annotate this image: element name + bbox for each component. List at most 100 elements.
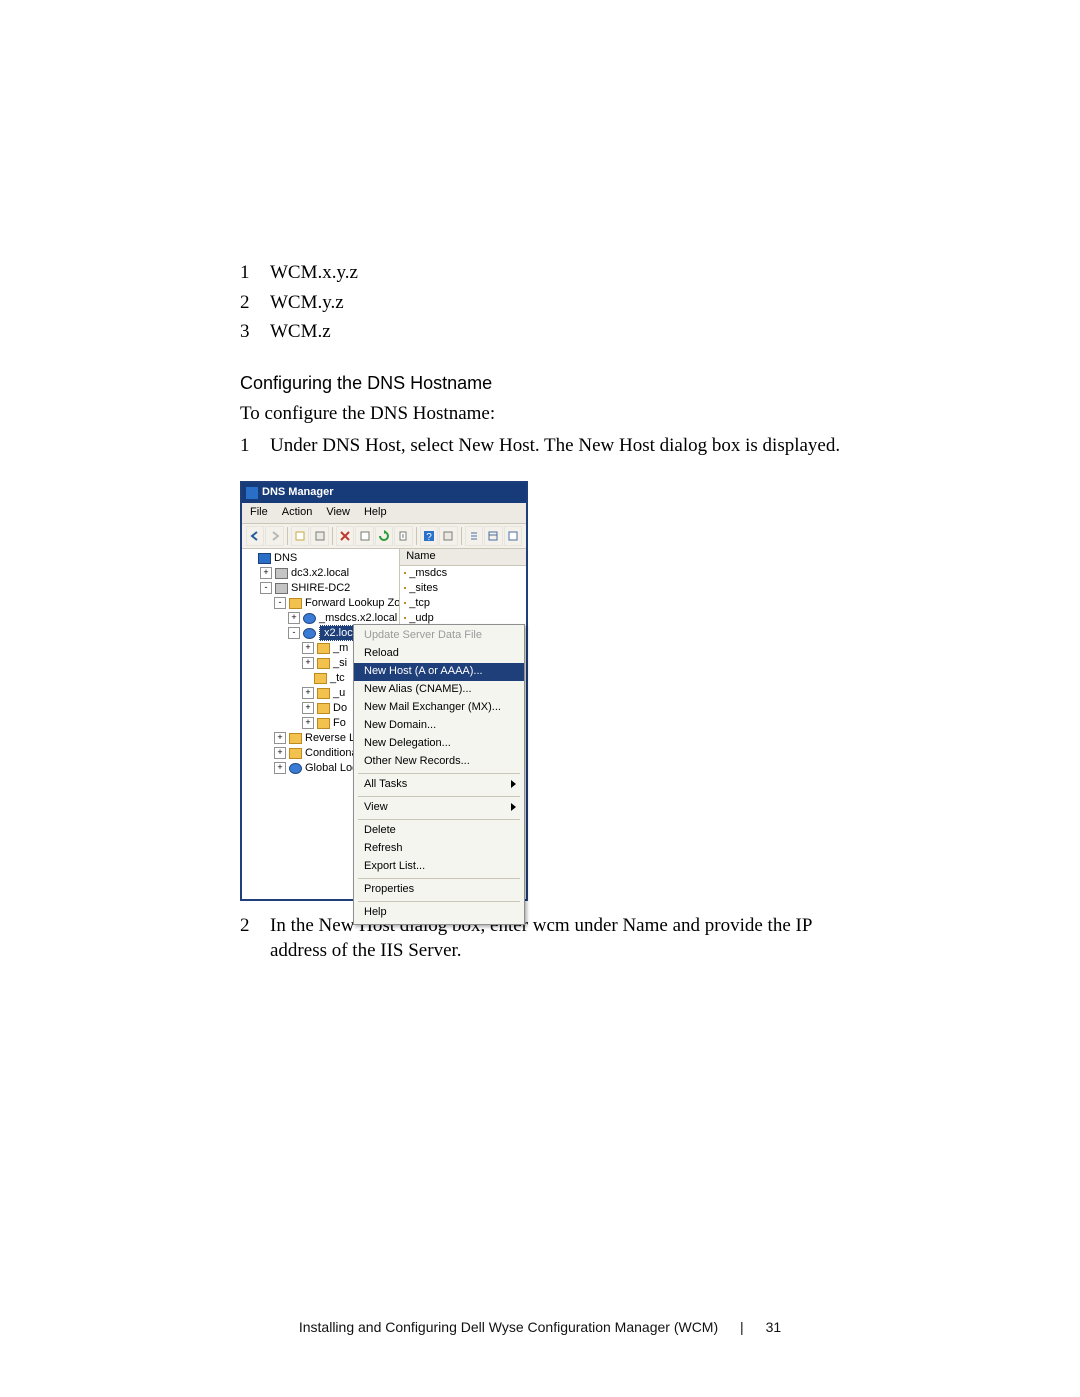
forward-icon[interactable]	[265, 526, 283, 546]
step-1: 1 Under DNS Host, select New Host. The N…	[240, 433, 860, 459]
context-menu-item-label: New Host (A or AAAA)...	[364, 664, 483, 679]
tree-node-label: _m	[333, 641, 348, 656]
list-item[interactable]: _msdcs	[400, 566, 526, 581]
context-menu-item-label: Refresh	[364, 841, 403, 856]
menu-separator	[358, 796, 520, 797]
context-menu-item[interactable]: Properties	[354, 881, 524, 899]
submenu-arrow-icon	[511, 803, 516, 811]
context-menu-item[interactable]: Delete	[354, 822, 524, 840]
context-menu-item[interactable]: View	[354, 799, 524, 817]
wcm-order-list: 1WCM.x.y.z 2WCM.y.z 3WCM.z	[240, 260, 860, 345]
dns-app-icon	[246, 487, 258, 499]
list-number: 3	[240, 319, 270, 345]
context-menu-item[interactable]: New Alias (CNAME)...	[354, 681, 524, 699]
menu-action[interactable]: Action	[282, 505, 313, 520]
tree-node-label: _u	[333, 686, 345, 701]
list-number: 1	[240, 260, 270, 286]
expand-toggle-icon[interactable]: +	[260, 567, 272, 579]
delete-icon[interactable]	[336, 526, 354, 546]
context-menu-item-label: New Delegation...	[364, 736, 451, 751]
dns-manager-window: DNS Manager File Action View Help	[240, 481, 528, 901]
detail-icon[interactable]	[484, 526, 502, 546]
context-menu-item[interactable]: Help	[354, 904, 524, 922]
list-item-label: _sites	[409, 581, 438, 596]
menu-file[interactable]: File	[250, 505, 268, 520]
context-menu-item[interactable]: New Delegation...	[354, 735, 524, 753]
context-menu-item-label: Delete	[364, 823, 396, 838]
folder-icon	[317, 688, 330, 699]
context-menu-item[interactable]: Refresh	[354, 840, 524, 858]
dns-body: DNS+dc3.x2.local-SHIRE-DC2-Forward Looku…	[242, 549, 526, 899]
menu-view[interactable]: View	[326, 505, 350, 520]
expand-toggle-icon[interactable]: -	[274, 597, 286, 609]
window-titlebar: DNS Manager	[242, 483, 526, 503]
container-icon[interactable]	[439, 526, 457, 546]
expand-toggle-icon[interactable]: +	[274, 762, 286, 774]
context-menu-item[interactable]: Export List...	[354, 858, 524, 876]
menu-separator	[358, 901, 520, 902]
globe-icon	[303, 628, 316, 639]
expand-toggle-icon[interactable]: +	[288, 612, 300, 624]
tree-node[interactable]: - SHIRE-DC2	[242, 581, 399, 596]
context-menu-item[interactable]: Other New Records...	[354, 753, 524, 771]
expand-toggle-icon[interactable]: +	[302, 717, 314, 729]
expand-toggle-icon[interactable]: +	[302, 702, 314, 714]
tree-node-label: Forward Lookup Zones	[305, 596, 400, 611]
list-text: WCM.y.z	[270, 290, 344, 316]
globe-icon	[289, 763, 302, 774]
folder-icon	[317, 703, 330, 714]
menu-help[interactable]: Help	[364, 505, 387, 520]
list-column-header[interactable]: Name	[400, 549, 526, 566]
expand-toggle-icon[interactable]: -	[288, 627, 300, 639]
footer-separator: |	[740, 1319, 744, 1335]
context-menu-item[interactable]: New Host (A or AAAA)...	[354, 663, 524, 681]
list-item[interactable]: _sites	[400, 581, 526, 596]
svg-text:?: ?	[426, 532, 432, 542]
tree-node[interactable]: +dc3.x2.local	[242, 566, 399, 581]
tree-node[interactable]: - Forward Lookup Zones	[242, 596, 399, 611]
context-menu-item[interactable]: New Domain...	[354, 717, 524, 735]
context-menu-item[interactable]: New Mail Exchanger (MX)...	[354, 699, 524, 717]
menu-bar[interactable]: File Action View Help	[242, 503, 526, 524]
tree-node-label: SHIRE-DC2	[291, 581, 350, 596]
tree-node-label: Do	[333, 701, 347, 716]
context-menu-item[interactable]: All Tasks	[354, 776, 524, 794]
menu-separator	[358, 878, 520, 879]
step-text: Under DNS Host, select New Host. The New…	[270, 433, 860, 459]
context-menu[interactable]: Update Server Data File ReloadNew Host (A…	[353, 624, 525, 925]
more-icon[interactable]	[504, 526, 522, 546]
list-icon[interactable]	[465, 526, 483, 546]
list-item-label: _msdcs	[409, 566, 447, 581]
context-menu-item-label: All Tasks	[364, 777, 407, 792]
dnsico-icon	[258, 553, 271, 564]
list-item-label: _tcp	[409, 596, 430, 611]
new-icon[interactable]	[291, 526, 309, 546]
help-icon[interactable]: ?	[420, 526, 438, 546]
list-text: WCM.x.y.z	[270, 260, 358, 286]
expand-toggle-icon[interactable]: +	[302, 642, 314, 654]
tree-node-label: Fo	[333, 716, 346, 731]
expand-toggle-icon[interactable]: -	[260, 582, 272, 594]
submenu-arrow-icon	[511, 780, 516, 788]
export-icon[interactable]	[394, 526, 412, 546]
context-menu-item-label: Export List...	[364, 859, 425, 874]
context-menu-item-label: Help	[364, 905, 387, 920]
refresh-icon[interactable]	[375, 526, 393, 546]
context-menu-item[interactable]: Reload	[354, 645, 524, 663]
filter-icon[interactable]	[310, 526, 328, 546]
expand-toggle-icon[interactable]: +	[302, 657, 314, 669]
tree-node[interactable]: DNS	[242, 551, 399, 566]
expand-toggle-icon[interactable]: +	[274, 747, 286, 759]
tree-node-label: _tc	[330, 671, 345, 686]
folder-icon	[404, 617, 406, 619]
back-icon[interactable]	[246, 526, 264, 546]
properties-icon[interactable]	[355, 526, 373, 546]
context-menu-item-label: Properties	[364, 882, 414, 897]
footer-chapter: Installing and Configuring Dell Wyse Con…	[299, 1319, 718, 1335]
expand-toggle-icon[interactable]: +	[274, 732, 286, 744]
list-item[interactable]: _tcp	[400, 596, 526, 611]
expand-toggle-icon[interactable]: +	[302, 687, 314, 699]
folder-icon	[289, 748, 302, 759]
context-menu-item-label: Update Server Data File	[364, 628, 482, 643]
folder-icon	[317, 643, 330, 654]
